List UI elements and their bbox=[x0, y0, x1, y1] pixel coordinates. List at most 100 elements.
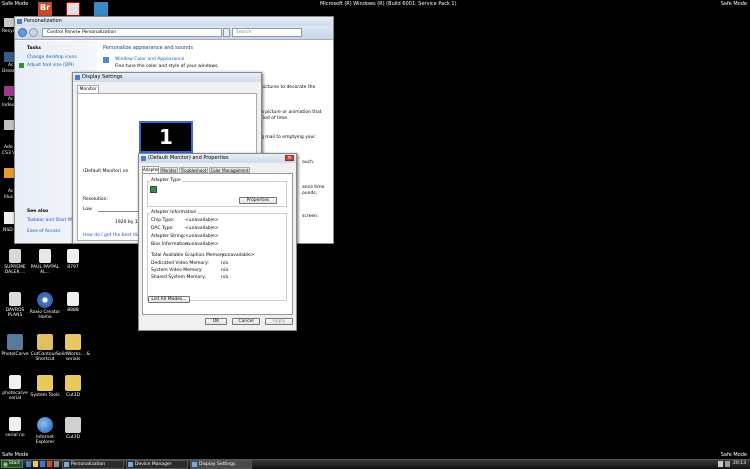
tasks-heading: Tasks bbox=[27, 46, 41, 51]
monitor-preview[interactable]: 1 bbox=[139, 121, 193, 153]
desktop-icon[interactable]: 8797 bbox=[56, 249, 90, 270]
document-icon bbox=[9, 375, 21, 389]
info-key: Chip Type: bbox=[151, 218, 175, 223]
page-title: Personalize appearance and sounds bbox=[103, 45, 193, 51]
window-color-description: Fine tune the color and style of your wi… bbox=[115, 64, 219, 69]
roxio-icon bbox=[37, 292, 53, 308]
title-bar[interactable]: Display Settings bbox=[73, 73, 261, 82]
close-button[interactable]: × bbox=[285, 155, 294, 161]
section-fragment: a picture or animation that bbox=[261, 110, 322, 115]
address-bar[interactable]: Control Panel ▸ Personalization bbox=[42, 28, 222, 37]
desktop-icon-label: Ac bbox=[8, 63, 14, 68]
display-icon bbox=[192, 462, 197, 467]
desktop-icon-label: Illus bbox=[4, 195, 14, 200]
quick-launch-icon[interactable] bbox=[40, 461, 45, 467]
app-icon[interactable] bbox=[94, 2, 108, 16]
info-value: <unavailable> bbox=[185, 226, 219, 231]
section-fragment: riod of time. bbox=[261, 116, 289, 121]
pdf-icon[interactable] bbox=[66, 2, 80, 16]
safe-mode-label: Safe Mode bbox=[2, 1, 29, 7]
title-bar[interactable]: (Default Monitor) and Properties × bbox=[139, 154, 296, 163]
quick-launch-icon[interactable] bbox=[54, 461, 59, 467]
section-fragment: screen. bbox=[302, 214, 319, 219]
adapter-info-label: Adapter Information bbox=[150, 210, 198, 215]
adapter-type-label: Adapter Type bbox=[150, 178, 182, 183]
folder-icon bbox=[65, 334, 81, 350]
title-bar[interactable]: Personalization bbox=[15, 17, 333, 26]
memory-value: n/a bbox=[221, 275, 229, 280]
back-button[interactable] bbox=[18, 28, 27, 37]
refresh-button[interactable] bbox=[223, 28, 230, 37]
desktop-icon-label: Ac bbox=[8, 97, 14, 102]
memory-key: Shared System Memory: bbox=[151, 275, 206, 280]
start-button[interactable]: Start bbox=[1, 460, 23, 468]
photocarve-icon bbox=[7, 334, 23, 350]
quick-launch-icon[interactable] bbox=[33, 461, 38, 467]
display-icon bbox=[141, 156, 146, 161]
quick-launch-icon[interactable] bbox=[47, 461, 52, 467]
desktop-icon[interactable]: SolidWorks... & serials bbox=[56, 334, 90, 362]
shortcut-icon bbox=[37, 334, 53, 350]
tab-monitor[interactable]: Monitor bbox=[77, 85, 99, 93]
graphics-card-icon bbox=[150, 186, 157, 193]
folder-icon bbox=[37, 375, 53, 391]
adjust-font-size-link[interactable]: Adjust font size (DPI) bbox=[27, 63, 74, 68]
desktop-icon[interactable]: Cut3D bbox=[56, 417, 90, 440]
memory-value: <unavailable> bbox=[221, 253, 255, 258]
section-fragment: g mail to emptying your bbox=[261, 135, 316, 140]
taskbar-item-display-settings[interactable]: Display Settings bbox=[190, 460, 252, 469]
indesign-icon[interactable] bbox=[4, 86, 14, 96]
desktop-icon-label: NSD bbox=[3, 228, 13, 233]
build-string: Microsoft (R) Windows (R) (Build 6001: S… bbox=[320, 1, 457, 7]
window-color-icon bbox=[103, 57, 109, 63]
volume-icon[interactable] bbox=[725, 461, 730, 467]
internet-explorer-icon bbox=[37, 417, 53, 433]
cancel-button[interactable]: Cancel bbox=[232, 318, 260, 325]
help-link[interactable]: How do I get the best dis bbox=[83, 233, 139, 238]
resolution-slider[interactable] bbox=[98, 211, 143, 212]
illustrator-icon[interactable] bbox=[4, 168, 14, 178]
desktop-icon[interactable]: Cut3D bbox=[56, 375, 90, 398]
monitor-label: (Default Monitor) on bbox=[83, 169, 129, 174]
safe-mode-label: Safe Mode bbox=[2, 452, 29, 458]
memory-key: Total Available Graphics Memory: bbox=[151, 253, 226, 258]
desktop-icon-label: Ac bbox=[8, 189, 14, 194]
safe-mode-label: Safe Mode bbox=[720, 1, 747, 7]
windows-logo-icon bbox=[3, 462, 8, 467]
document-icon bbox=[9, 417, 21, 431]
info-value: <unavailable> bbox=[185, 234, 219, 239]
tab-adapter[interactable]: Adapter bbox=[142, 166, 159, 173]
taskbar-item-device-manager[interactable]: Device Manager bbox=[126, 460, 188, 469]
control-panel-icon bbox=[17, 19, 22, 24]
properties-button[interactable]: Properties bbox=[239, 197, 277, 204]
resolution-value: 1920 by 12 bbox=[115, 220, 141, 225]
info-key: Bios Information: bbox=[151, 242, 190, 247]
quick-launch-icon[interactable] bbox=[26, 461, 31, 467]
search-input[interactable]: Search bbox=[232, 28, 302, 37]
ease-of-access-link[interactable]: Ease of Access bbox=[27, 229, 60, 234]
apply-button[interactable]: Apply bbox=[265, 318, 293, 325]
desktop-icon-label: Ado bbox=[4, 145, 13, 150]
language-icon[interactable] bbox=[718, 461, 723, 467]
memory-key: Dedicated Video Memory: bbox=[151, 261, 209, 266]
section-fragment: ouch. bbox=[302, 160, 315, 165]
cut3d-icon bbox=[65, 417, 81, 433]
address-toolbar: Control Panel ▸ Personalization Search bbox=[15, 26, 333, 40]
forward-button[interactable] bbox=[29, 28, 38, 37]
desktop-icon[interactable]: 8888 bbox=[56, 292, 90, 313]
document-icon[interactable] bbox=[4, 212, 14, 224]
device-manager-icon bbox=[128, 462, 133, 467]
recycle-bin-icon[interactable] bbox=[4, 18, 14, 27]
folder-icon bbox=[65, 375, 81, 391]
window-color-link[interactable]: Window Color and Appearance bbox=[115, 57, 184, 62]
change-desktop-icons-link[interactable]: Change desktop icons bbox=[27, 55, 77, 60]
memory-value: n/a bbox=[221, 261, 229, 266]
cs3-icon[interactable] bbox=[4, 120, 14, 130]
ok-button[interactable]: OK bbox=[205, 318, 227, 325]
list-all-modes-button[interactable]: List All Modes... bbox=[148, 296, 190, 303]
memory-key: System Video Memory: bbox=[151, 268, 203, 273]
clock[interactable]: 20:13 bbox=[733, 460, 746, 468]
dreamweaver-icon[interactable] bbox=[4, 52, 14, 62]
see-also-heading: See also bbox=[27, 209, 49, 214]
taskbar-item-personalization[interactable]: Personalization bbox=[62, 460, 124, 469]
